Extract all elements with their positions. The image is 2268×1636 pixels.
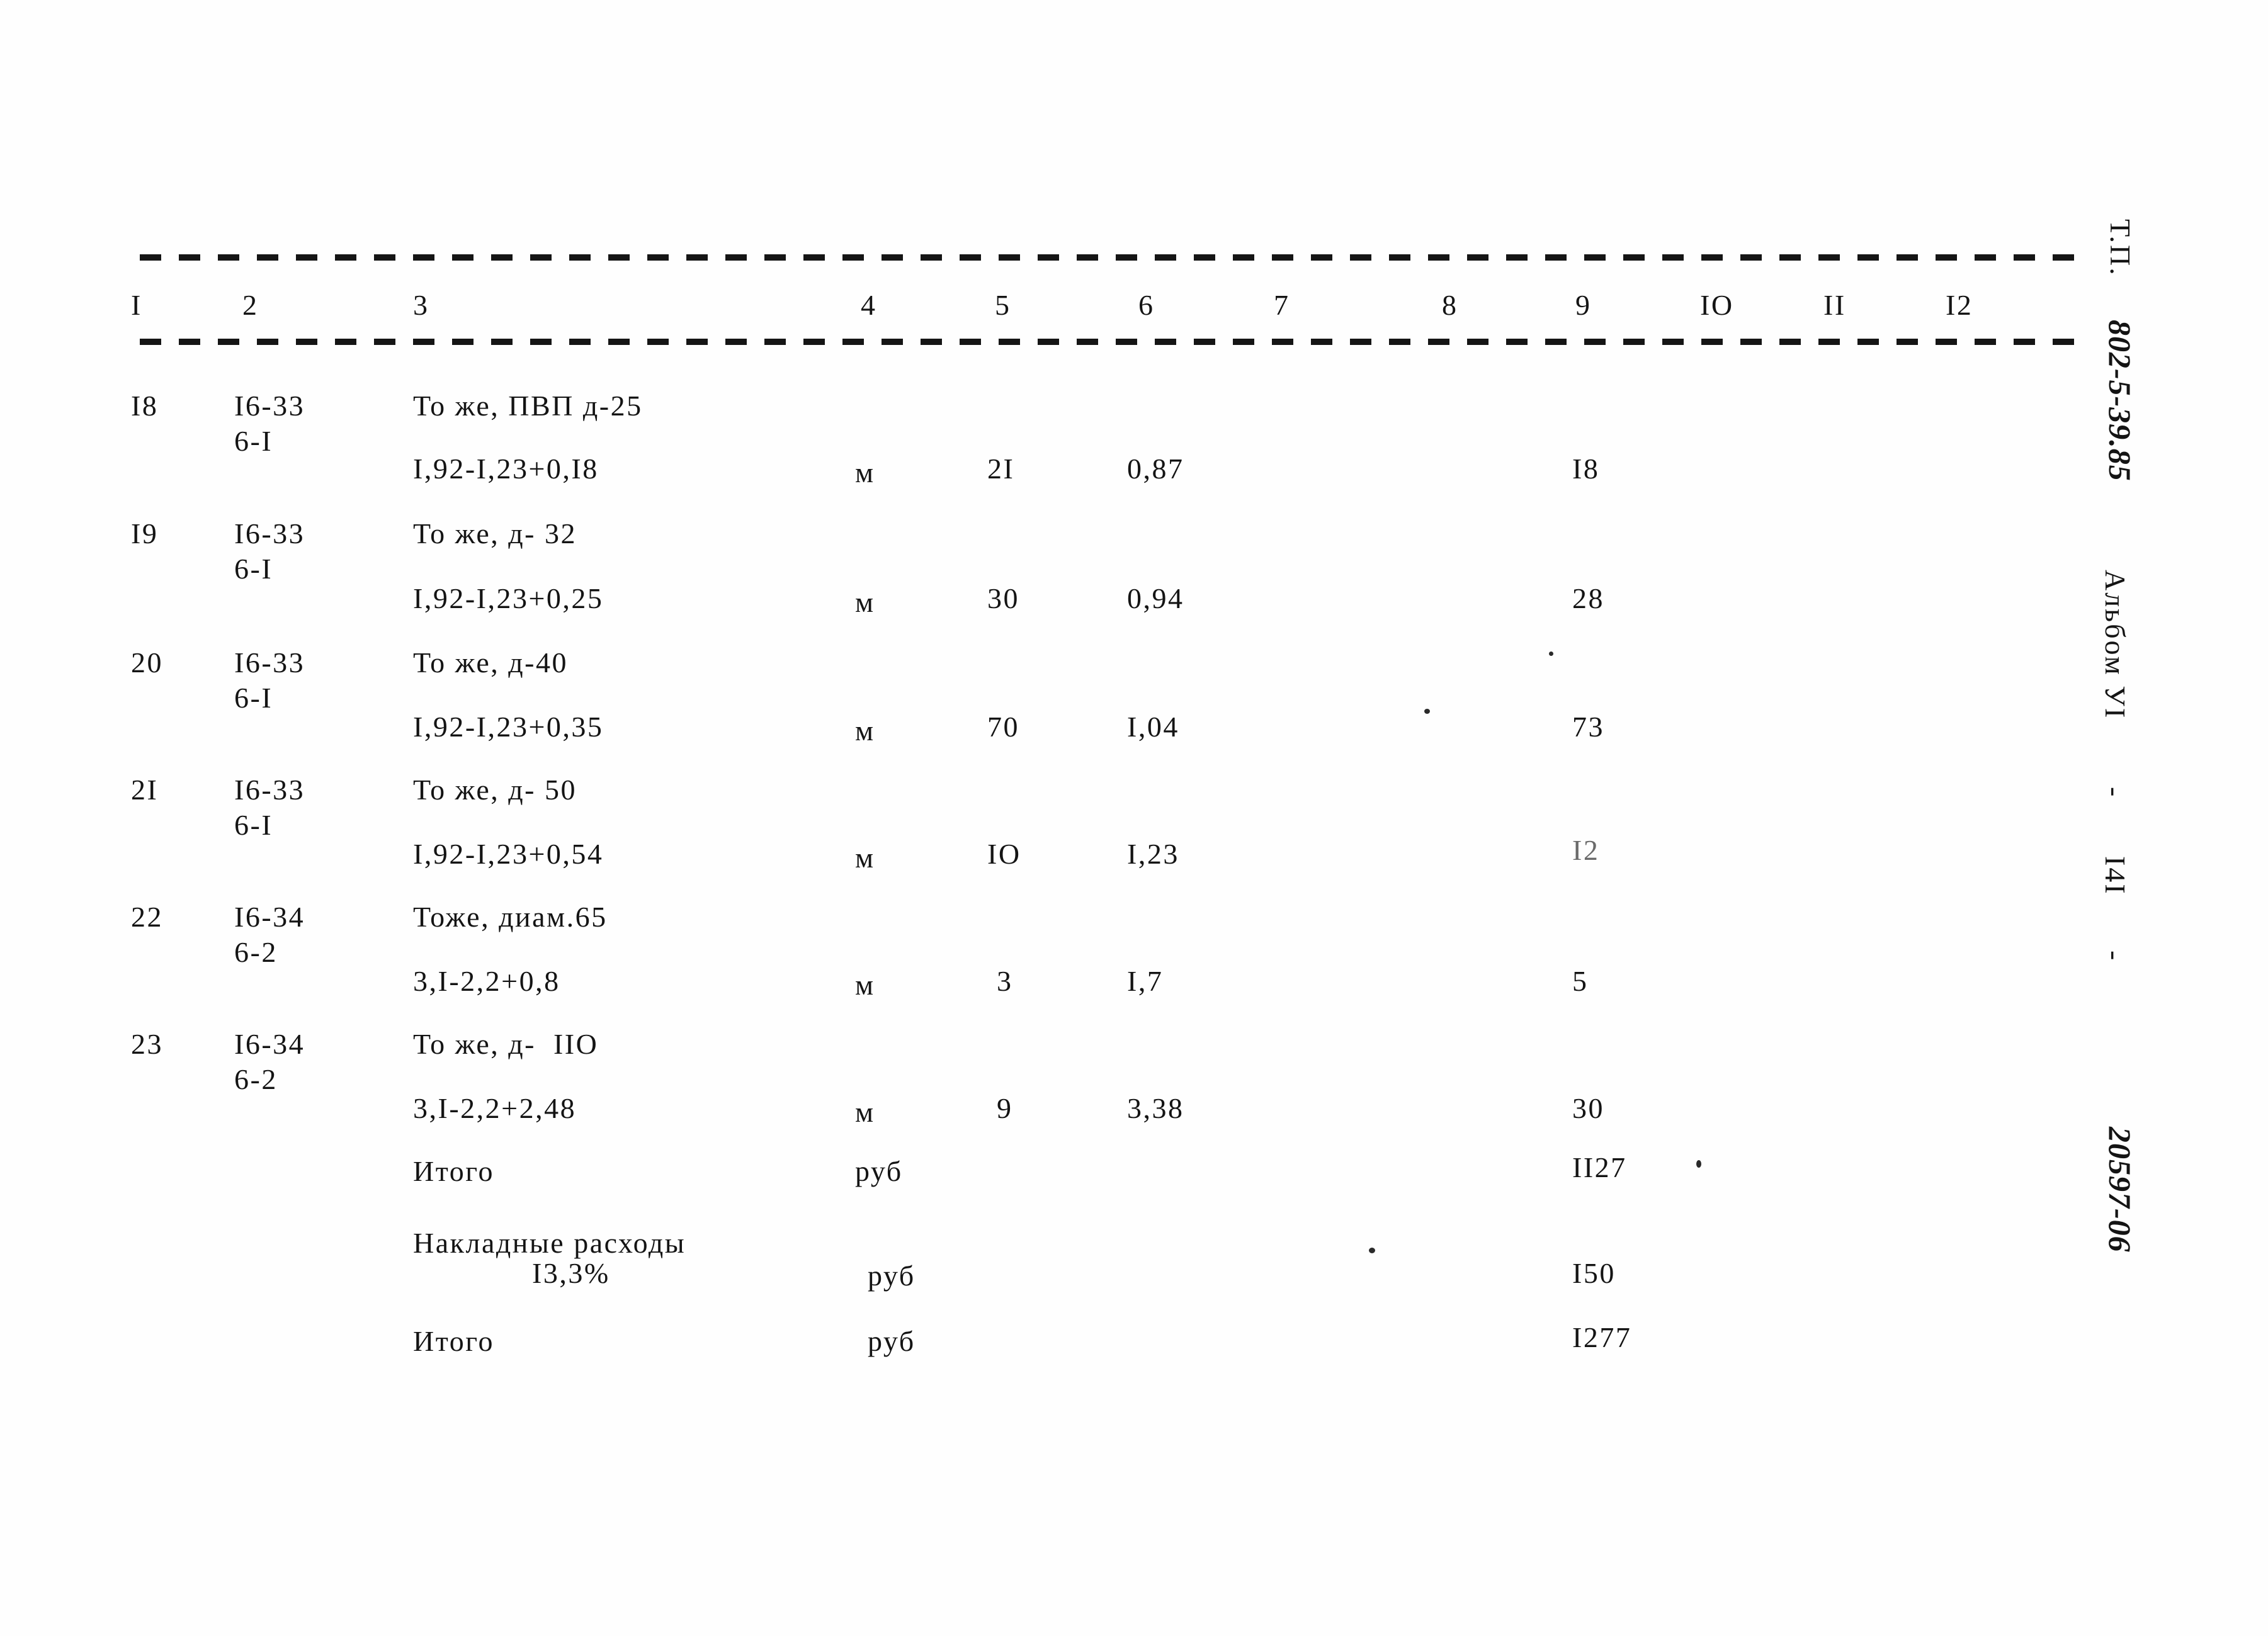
table-row-desc: То же, д- IIO (413, 1028, 599, 1060)
table-row-unit: м (855, 714, 875, 747)
table-row-desc2: 3,I-2,2+2,48 (413, 1092, 577, 1124)
scan-speck (1369, 1248, 1375, 1253)
margin-album: Альбом УI (2099, 570, 2131, 720)
col-header-5: 5 (995, 289, 1011, 321)
scan-speck (1424, 709, 1430, 714)
table-row-price: 3,38 (1127, 1092, 1184, 1124)
table-row-total: 5 (1572, 965, 1589, 997)
table-row-num: 20 (131, 646, 163, 679)
table-row-unit: м (855, 586, 875, 618)
col-header-8: 8 (1442, 289, 1458, 321)
table-row-total: 28 (1572, 582, 1604, 614)
table-row-qty: 30 (987, 582, 1019, 614)
margin-series-prefix: Т.П. (2104, 219, 2136, 277)
table-row-unit: м (855, 842, 875, 874)
table-row-code2: 6-2 (234, 936, 278, 968)
table-row-desc: То же, ПВП д-25 (413, 390, 643, 422)
table-row-qty: 2I (987, 453, 1015, 485)
col-header-6: 6 (1138, 289, 1155, 321)
summary-label: Накладные расходы (413, 1227, 686, 1259)
summary-unit: руб (855, 1155, 903, 1187)
table-row-code: I6-33 (234, 517, 305, 550)
table-row-price: 0,94 (1127, 582, 1184, 614)
table-top-rule (140, 254, 2092, 261)
col-header-10: IO (1700, 289, 1734, 321)
table-row-num: I9 (131, 517, 159, 550)
table-row-code: I6-33 (234, 774, 305, 806)
table-row-num: 2I (131, 774, 159, 806)
table-row-price: 0,87 (1127, 453, 1184, 485)
table-row-unit: м (855, 969, 875, 1001)
margin-page-number: I4I (2099, 856, 2131, 896)
table-row-desc: То же, д- 32 (413, 517, 577, 550)
table-row-unit: м (855, 456, 875, 488)
table-row-code: I6-33 (234, 646, 305, 679)
table-row-qty: 3 (997, 965, 1013, 997)
summary-unit: руб (868, 1325, 916, 1357)
table-row-price: I,23 (1127, 838, 1179, 870)
table-row-code: I6-34 (234, 1028, 305, 1060)
table-row-num: I8 (131, 390, 159, 422)
col-header-4: 4 (861, 289, 877, 321)
summary-total: I277 (1572, 1321, 1632, 1353)
table-row-desc: То же, д- 50 (413, 774, 577, 806)
table-row-total: 73 (1572, 711, 1604, 743)
summary-total: II27 (1572, 1151, 1627, 1183)
summary-total: I50 (1572, 1257, 1616, 1289)
table-row-desc2: 3,I-2,2+0,8 (413, 965, 560, 997)
table-row-total: 30 (1572, 1092, 1604, 1124)
summary-unit: руб (868, 1260, 916, 1292)
table-row-num: 22 (131, 901, 163, 933)
summary-label-2: I3,3% (532, 1257, 610, 1289)
margin-doc-number: 20597-06 (2102, 1127, 2138, 1253)
table-row-desc: То же, д-40 (413, 646, 568, 679)
table-row-unit: м (855, 1096, 875, 1128)
col-header-12: I2 (1946, 289, 1973, 321)
col-header-7: 7 (1274, 289, 1290, 321)
table-row-code2: 6-I (234, 809, 273, 841)
table-row-num: 23 (131, 1028, 163, 1060)
margin-dash-1: - (2099, 787, 2131, 797)
table-row-desc2: I,92-I,23+0,25 (413, 582, 604, 614)
table-row-desc: Тоже, диам.65 (413, 901, 608, 933)
table-row-code2: 6-I (234, 682, 273, 714)
table-row-code: I6-34 (234, 901, 305, 933)
table-row-desc2: I,92-I,23+0,35 (413, 711, 604, 743)
table-row-code2: 6-I (234, 425, 273, 457)
document-page: I 2 3 4 5 6 7 8 9 IO II I2 I8 I6-33 6-I … (0, 0, 2268, 1636)
summary-label: Итого (413, 1155, 494, 1187)
col-header-11: II (1823, 289, 1846, 321)
table-row-desc2: I,92-I,23+0,I8 (413, 453, 599, 485)
table-row-qty: IO (987, 838, 1021, 870)
table-row-code2: 6-2 (234, 1063, 278, 1095)
table-row-price: I,7 (1127, 965, 1164, 997)
table-row-price: I,04 (1127, 711, 1179, 743)
col-header-9: 9 (1575, 289, 1592, 321)
scan-speck (1549, 652, 1553, 656)
table-row-desc2: I,92-I,23+0,54 (413, 838, 604, 870)
summary-label: Итого (413, 1325, 494, 1357)
table-row-qty: 70 (987, 711, 1019, 743)
col-header-3: 3 (413, 289, 429, 321)
col-header-2: 2 (242, 289, 259, 321)
table-row-qty: 9 (997, 1092, 1013, 1124)
table-row-code: I6-33 (234, 390, 305, 422)
scan-speck (1696, 1160, 1701, 1168)
table-header-rule (140, 339, 2092, 345)
table-row-total: I2 (1572, 834, 1600, 866)
margin-dash-2: - (2099, 951, 2131, 961)
table-row-total: I8 (1572, 453, 1600, 485)
margin-series-number: 802-5-39.85 (2102, 320, 2138, 482)
table-row-code2: 6-I (234, 553, 273, 585)
col-header-1: I (131, 289, 142, 321)
